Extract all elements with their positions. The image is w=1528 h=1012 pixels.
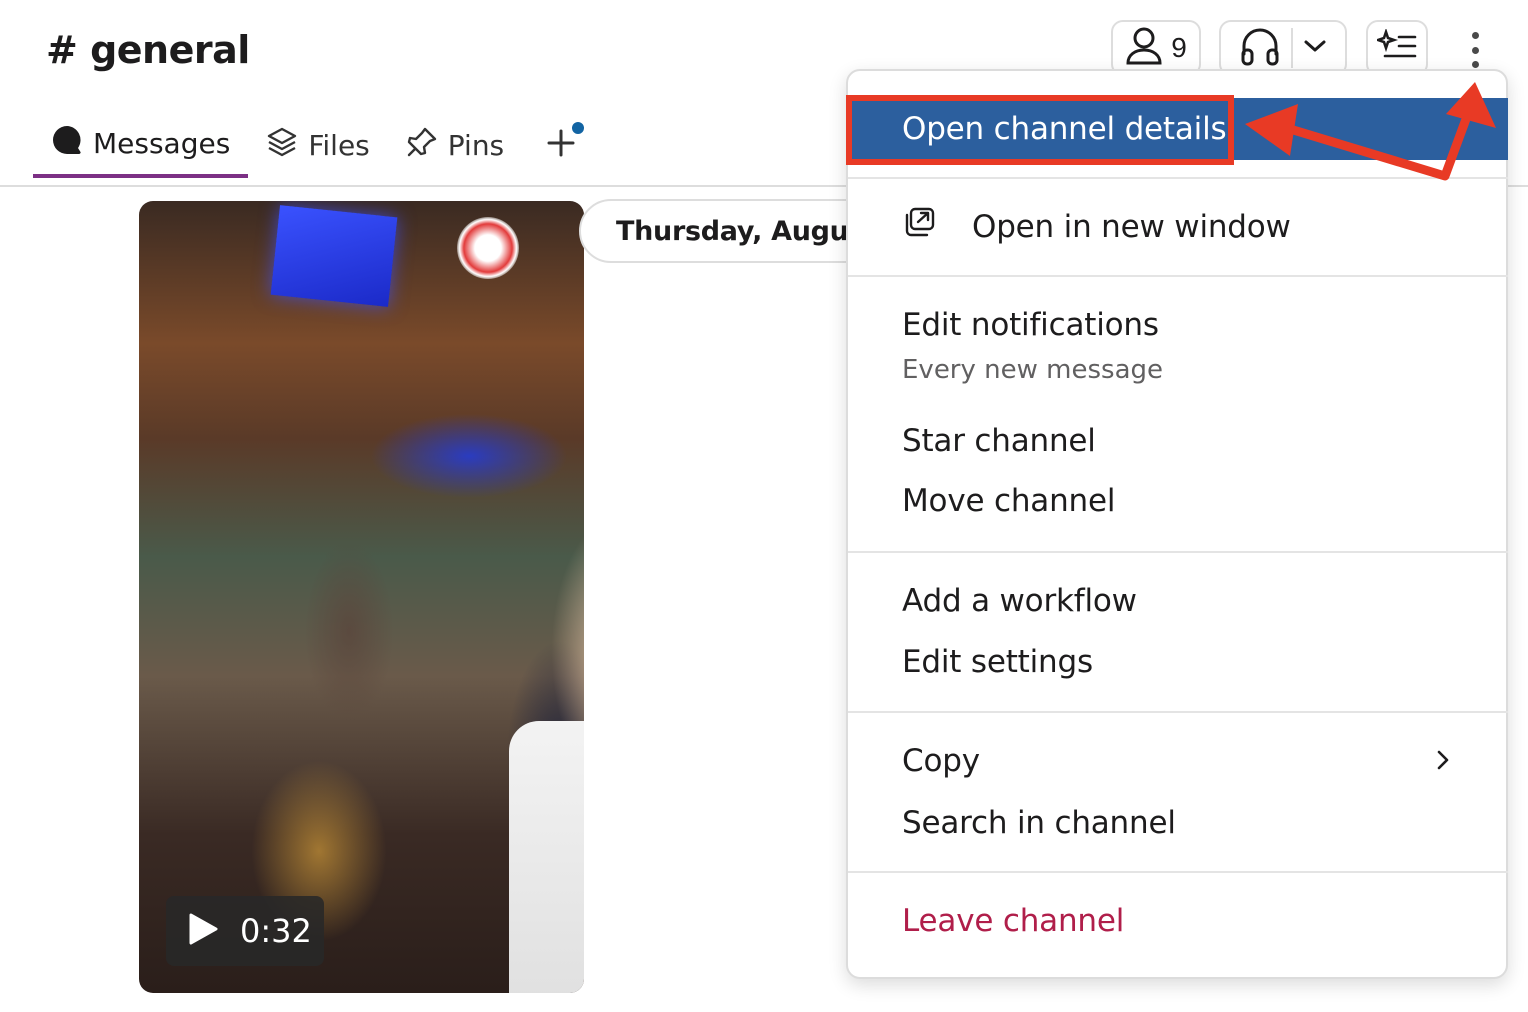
channel-tabs: Messages Files Pins	[33, 112, 586, 188]
menu-divider	[848, 177, 1508, 179]
headphones-icon	[1239, 26, 1281, 71]
menu-item-label: Add a workflow	[902, 583, 1137, 619]
tab-messages-label: Messages	[93, 126, 231, 160]
sparkle-list-icon	[1373, 27, 1417, 68]
menu-item-search-in-channel[interactable]: Search in channel	[848, 793, 1508, 853]
menu-item-add-workflow[interactable]: Add a workflow	[848, 571, 1508, 631]
pin-icon	[406, 126, 438, 165]
menu-item-label: Move channel	[902, 483, 1116, 519]
notifications-setting-value: Every new message	[902, 355, 1164, 385]
tab-files-label: Files	[308, 128, 370, 162]
video-frame-neon-sign	[457, 217, 519, 279]
menu-item-label: Edit notifications	[902, 307, 1159, 343]
tab-files[interactable]: Files	[248, 112, 387, 178]
person-icon	[1125, 26, 1163, 71]
plus-icon	[546, 128, 576, 163]
ai-summary-button[interactable]	[1366, 20, 1428, 76]
play-icon	[188, 913, 218, 950]
menu-item-copy[interactable]: Copy	[848, 731, 1508, 791]
menu-divider	[848, 871, 1508, 873]
message-bubble-icon	[51, 124, 83, 163]
kebab-dot	[1471, 61, 1479, 68]
more-options-icon[interactable]	[1460, 28, 1490, 72]
annotation-highlight-box	[846, 95, 1234, 165]
members-button[interactable]: 9	[1111, 20, 1201, 76]
menu-item-label: Leave channel	[902, 903, 1125, 939]
kebab-dot	[1471, 46, 1479, 54]
menu-item-leave-channel[interactable]: Leave channel	[848, 891, 1508, 951]
video-duration: 0:32	[240, 912, 312, 950]
add-tab-button[interactable]	[536, 112, 586, 178]
menu-divider	[848, 275, 1508, 277]
menu-item-open-new-window[interactable]: Open in new window	[848, 195, 1508, 259]
tab-messages[interactable]: Messages	[33, 112, 249, 178]
menu-item-label: Edit settings	[902, 644, 1093, 680]
tab-pins-label: Pins	[447, 128, 505, 162]
channel-options-menu: Open channel details Open in new window …	[846, 69, 1508, 979]
huddle-button[interactable]	[1219, 20, 1347, 76]
chevron-right-icon	[1436, 743, 1450, 779]
menu-divider	[848, 551, 1508, 553]
menu-item-label: Star channel	[902, 423, 1096, 459]
menu-item-move-channel[interactable]: Move channel	[848, 471, 1508, 531]
tab-pins[interactable]: Pins	[388, 112, 522, 178]
menu-item-star-channel[interactable]: Star channel	[848, 411, 1508, 471]
chevron-down-icon[interactable]	[1303, 38, 1327, 59]
play-button[interactable]: 0:32	[166, 896, 324, 966]
video-attachment[interactable]: 0:32	[139, 201, 584, 993]
menu-item-label: Search in channel	[902, 805, 1176, 841]
huddle-divider	[1291, 28, 1293, 68]
channel-title[interactable]: # general	[46, 28, 250, 72]
menu-item-label: Copy	[902, 743, 980, 779]
menu-divider	[848, 711, 1508, 713]
kebab-dot	[1471, 32, 1479, 39]
member-count: 9	[1171, 32, 1187, 63]
video-frame-tv	[270, 205, 398, 307]
menu-item-edit-notifications[interactable]: Edit notifications	[848, 295, 1508, 355]
menu-item-edit-settings[interactable]: Edit settings	[848, 632, 1508, 692]
menu-item-label: Open in new window	[972, 209, 1291, 245]
video-frame-person	[509, 721, 584, 993]
new-window-icon	[902, 206, 936, 248]
notification-dot	[572, 122, 585, 134]
layers-icon	[266, 126, 298, 165]
